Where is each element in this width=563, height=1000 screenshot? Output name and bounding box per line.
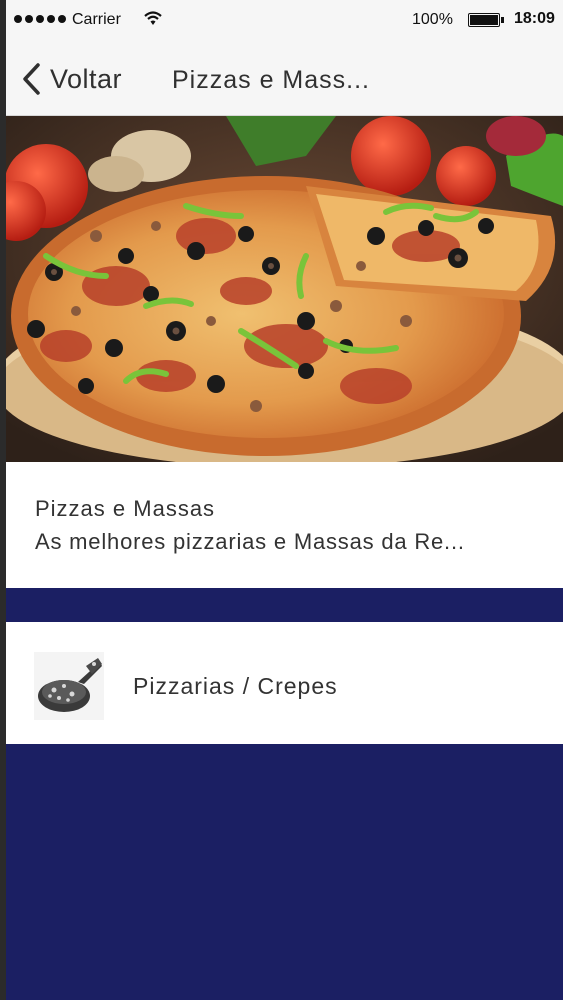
carrier-label: Carrier	[72, 11, 121, 28]
status-bar: Carrier 100% 18:09	[6, 0, 563, 42]
category-info-card: Pizzas e Massas As melhores pizzarias e …	[6, 462, 563, 588]
device-edge	[0, 0, 6, 1000]
wifi-icon	[144, 11, 162, 25]
app-screen: Carrier 100% 18:09 Voltar Pizzas e Mass.…	[0, 0, 563, 1000]
pizza-icon	[34, 652, 104, 720]
chevron-left-icon	[23, 63, 40, 95]
battery-percentage: 100%	[412, 11, 453, 28]
signal-strength-icon	[14, 15, 66, 23]
category-title: Pizzas e Massas	[35, 496, 216, 521]
page-title: Pizzas e Mass...	[172, 66, 370, 94]
category-description: As melhores pizzarias e Massas da Re...	[35, 529, 465, 554]
back-button-label: Voltar	[50, 63, 123, 94]
empty-list-area	[6, 744, 563, 1000]
pizza-photo	[6, 116, 563, 462]
list-item-label: Pizzarias / Crepes	[133, 673, 338, 699]
status-time: 18:09	[514, 10, 555, 27]
section-divider	[6, 588, 563, 622]
battery-icon	[468, 13, 504, 27]
back-button[interactable]: Voltar	[20, 62, 122, 96]
list-item-pizzarias-crepes[interactable]: Pizzarias / Crepes	[6, 622, 563, 744]
hero-image	[6, 116, 563, 462]
navigation-bar: Voltar Pizzas e Mass...	[6, 42, 563, 116]
